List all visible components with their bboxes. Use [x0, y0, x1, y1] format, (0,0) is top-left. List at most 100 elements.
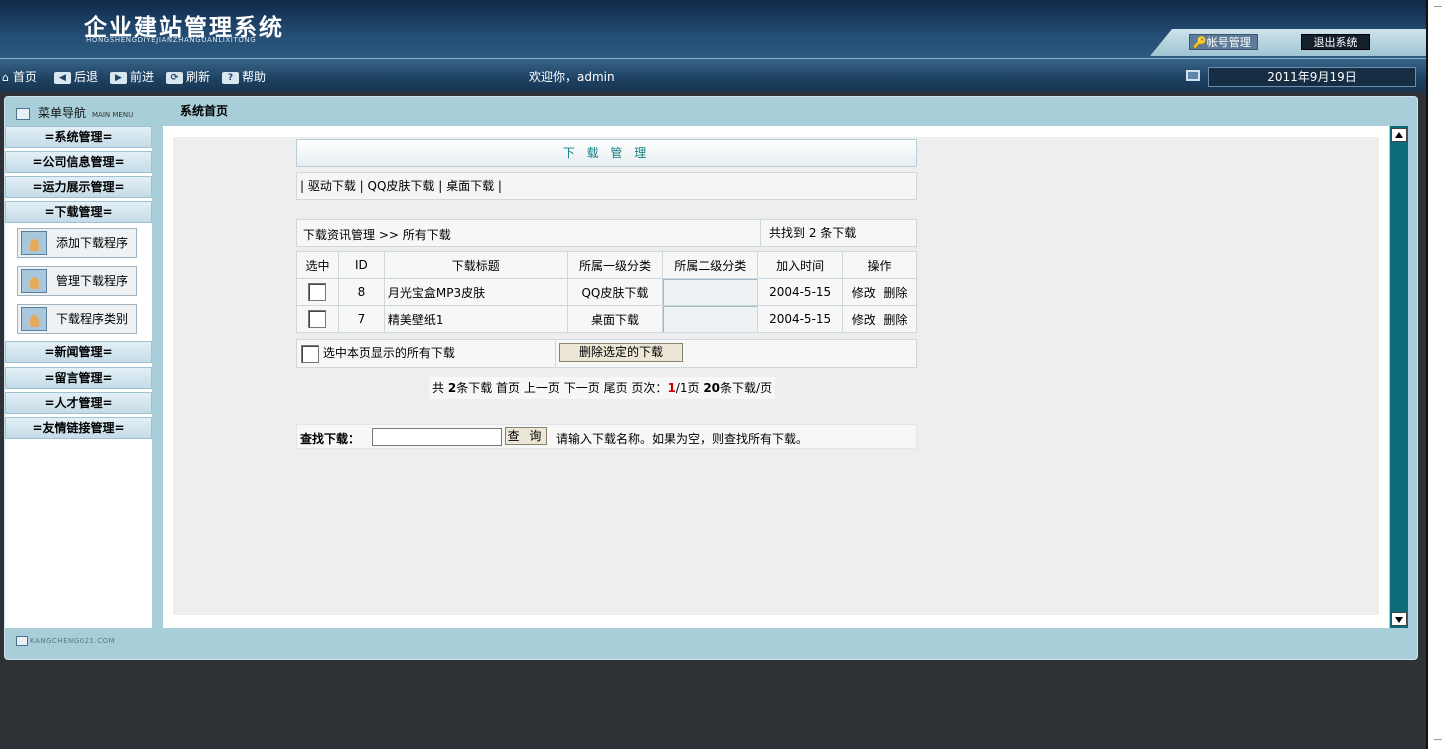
menu-panel-icon — [16, 107, 30, 120]
help-icon: ? — [222, 71, 239, 84]
category-links[interactable]: | 驱动下载 | QQ皮肤下载 | 桌面下载 | — [296, 172, 917, 200]
delete-selected-button[interactable]: 删除选定的下载 — [559, 343, 683, 362]
bulk-action-bar: 选中本页显示的所有下载 删除选定的下载 — [296, 339, 917, 368]
pager-per-page: 20 — [703, 381, 721, 395]
scroll-down-icon[interactable] — [1391, 612, 1407, 626]
result-count: 共找到 2 条下载 — [760, 220, 856, 246]
window-scrollbar[interactable] — [1426, 0, 1444, 749]
submenu-label: 下载程序类别 — [56, 312, 129, 326]
current-date: 2011年9月19日 — [1208, 67, 1416, 87]
back-label: 后退 — [74, 70, 99, 84]
row-title: 月光宝盒MP3皮肤 — [383, 278, 568, 306]
search-button[interactable]: 查 询 — [505, 427, 547, 445]
home-button[interactable]: ⌂ 首页 — [2, 68, 37, 85]
refresh-button[interactable]: ⟳ 刷新 — [166, 68, 210, 85]
footer-logo-text: KANGCHENG021.COM — [30, 637, 116, 645]
menu-capacity[interactable]: =运力展示管理= — [5, 176, 152, 198]
content-scrollbar[interactable] — [1390, 126, 1408, 628]
key-icon: 🔑 — [1193, 36, 1207, 49]
table-header-row: 选中 ID 下载标题 所属一级分类 所属二级分类 加入时间 操作 — [296, 251, 917, 279]
forward-label: 前进 — [130, 70, 155, 84]
forward-button[interactable]: ▶ 前进 — [110, 68, 154, 85]
pager-page-label: 页次： — [631, 381, 668, 395]
submenu-add-download[interactable]: 添加下载程序 — [17, 228, 137, 258]
row-cat1: 桌面下载 — [566, 305, 664, 333]
search-hint: 请输入下载名称。如果为空，则查找所有下载。 — [556, 432, 809, 446]
pagination: 共 2条下载 首页 上一页 下一页 尾页 页次：1/1页 20条下载/页 — [429, 377, 776, 399]
arrow-right-icon: ▶ — [110, 71, 127, 84]
table-row: 7 精美壁纸1 桌面下载 2004-5-15 修改 删除 — [296, 305, 917, 333]
search-input[interactable] — [372, 428, 502, 446]
monitor-icon — [1186, 70, 1200, 81]
submenu-label: 添加下载程序 — [56, 236, 129, 250]
select-all-checkbox[interactable] — [301, 344, 319, 363]
row-checkbox[interactable] — [308, 310, 327, 328]
help-label: 帮助 — [242, 70, 267, 84]
user-icon — [21, 307, 47, 331]
col-date: 加入时间 — [757, 251, 844, 279]
account-management-button[interactable]: 🔑帐号管理 — [1189, 34, 1258, 50]
logout-button[interactable]: 退出系统 — [1301, 34, 1370, 50]
back-button[interactable]: ◀ 后退 — [54, 68, 98, 85]
submenu-manage-downloads[interactable]: 管理下载程序 — [17, 266, 137, 296]
col-actions: 操作 — [842, 251, 917, 279]
col-id: ID — [337, 251, 385, 279]
delete-link[interactable]: 删除 — [883, 313, 907, 327]
row-id: 8 — [337, 278, 385, 306]
submenu-label: 管理下载程序 — [56, 274, 129, 288]
col-cat2: 所属二级分类 — [662, 251, 759, 279]
menu-talent[interactable]: =人才管理= — [5, 392, 152, 414]
edit-link[interactable]: 修改 — [852, 313, 876, 327]
select-all-label: 选中本页显示的所有下载 — [322, 346, 455, 360]
app-logo-subtitle: HONGSHENGDIYEJIANZHANGUANLIXITONG — [86, 36, 257, 44]
submenu-download-categories[interactable]: 下载程序类别 — [17, 304, 137, 334]
pager-total-suffix: 条下载 — [456, 381, 493, 395]
table-row: 8 月光宝盒MP3皮肤 QQ皮肤下载 2004-5-15 修改 删除 — [296, 278, 917, 306]
help-button[interactable]: ? 帮助 — [222, 68, 266, 85]
col-select: 选中 — [296, 251, 339, 279]
sidebar-title-en: MAIN MENU — [92, 111, 134, 119]
row-cat2 — [662, 278, 759, 306]
pager-pages: /1页 — [675, 381, 700, 395]
pager-next[interactable]: 下一页 — [564, 381, 600, 395]
row-date: 2004-5-15 — [757, 278, 844, 306]
scroll-up-icon[interactable] — [1391, 128, 1407, 142]
col-title: 下载标题 — [383, 251, 568, 279]
info-breadcrumb: 下载资讯管理 >> 所有下载 — [303, 228, 451, 242]
sidebar-title: 菜单导航 — [38, 106, 87, 120]
menu-company-info[interactable]: =公司信息管理= — [5, 151, 152, 173]
edit-link[interactable]: 修改 — [852, 286, 876, 300]
delete-link[interactable]: 删除 — [883, 286, 907, 300]
pager-per-page-suffix: 条下载/页 — [720, 381, 773, 395]
arrow-left-icon: ◀ — [54, 71, 71, 84]
pager-last[interactable]: 尾页 — [604, 381, 628, 395]
search-bar: 查找下载： 查 询 请输入下载名称。如果为空，则查找所有下载。 — [296, 424, 917, 449]
downloads-table: 选中 ID 下载标题 所属一级分类 所属二级分类 加入时间 操作 8 月光宝盒M… — [296, 251, 917, 333]
menu-system[interactable]: =系统管理= — [5, 126, 152, 148]
welcome-text: 欢迎你，admin — [529, 70, 615, 84]
user-icon — [21, 231, 47, 255]
home-icon: ⌂ — [2, 71, 9, 84]
menu-downloads[interactable]: =下载管理= — [5, 201, 152, 223]
divider — [555, 340, 556, 367]
row-id: 7 — [337, 305, 385, 333]
pager-current: 1 — [667, 381, 676, 395]
row-actions: 修改 删除 — [842, 278, 917, 306]
row-actions: 修改 删除 — [842, 305, 917, 333]
refresh-label: 刷新 — [186, 70, 211, 84]
sidebar-header: 菜单导航 MAIN MENU — [16, 104, 133, 121]
menu-guestbook[interactable]: =留言管理= — [5, 367, 152, 389]
info-bar: 下载资讯管理 >> 所有下载 共找到 2 条下载 — [296, 219, 917, 247]
footer-logo: KANGCHENG021.COM — [16, 636, 115, 646]
menu-links[interactable]: =友情链接管理= — [5, 417, 152, 439]
row-cat2 — [662, 305, 759, 333]
pager-total-prefix: 共 — [432, 381, 445, 395]
menu-news[interactable]: =新闻管理= — [5, 341, 152, 363]
row-date: 2004-5-15 — [757, 305, 844, 333]
row-checkbox[interactable] — [308, 283, 327, 301]
sidebar: =系统管理= =公司信息管理= =运力展示管理= =下载管理= 添加下载程序 管… — [5, 126, 152, 628]
pager-first[interactable]: 首页 — [496, 381, 520, 395]
pager-total: 2 — [447, 381, 457, 395]
user-icon — [21, 269, 47, 293]
pager-prev[interactable]: 上一页 — [524, 381, 560, 395]
